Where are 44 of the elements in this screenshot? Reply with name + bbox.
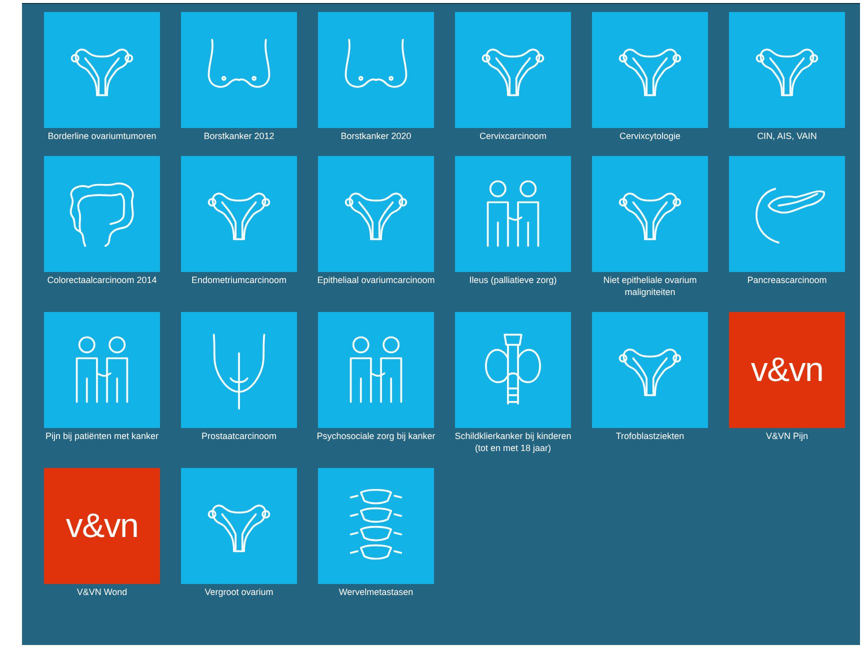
tile-label[interactable]: Pijn bij patiënten met kanker	[37, 430, 167, 442]
topic-tile[interactable]	[181, 312, 297, 428]
topic-tile[interactable]	[44, 156, 160, 272]
topic-tile[interactable]	[729, 12, 845, 128]
topic-tile[interactable]	[318, 12, 434, 128]
tile-label[interactable]: Wervelmetastasen	[311, 586, 441, 598]
topic-tile[interactable]	[729, 156, 845, 272]
tile-label[interactable]: Trofoblastziekten	[585, 430, 715, 442]
tile-label[interactable]: Cervixcytologie	[585, 130, 715, 142]
tile-label[interactable]: Epitheliaal ovariumcarcinoom	[311, 274, 441, 286]
topic-tile[interactable]	[318, 156, 434, 272]
tile-label[interactable]: V&VN Pijn	[722, 430, 852, 442]
topic-tile[interactable]	[44, 312, 160, 428]
tile-label[interactable]: Borstkanker 2012	[174, 130, 304, 142]
logo-text: v&vn	[750, 353, 824, 387]
tile-label[interactable]: Schildklierkanker bij kinderen (tot en met 18 jaar)	[448, 430, 578, 454]
topic-tile[interactable]	[44, 12, 160, 128]
tile-label[interactable]: Niet epitheliale ovarium maligniteiten	[585, 274, 715, 298]
topic-tile[interactable]	[318, 468, 434, 584]
tile-label[interactable]: Prostaatcarcinoom	[174, 430, 304, 442]
topic-tile[interactable]	[592, 312, 708, 428]
logo-tile[interactable]: v&vn	[44, 468, 160, 584]
tile-label[interactable]: Ileus (palliatieve zorg)	[448, 274, 578, 286]
tile-label[interactable]: Endometriumcarcinoom	[174, 274, 304, 286]
topic-tile[interactable]	[181, 468, 297, 584]
tile-label[interactable]: Borderline ovariumtumoren	[37, 130, 167, 142]
tile-label[interactable]: Borstkanker 2020	[311, 130, 441, 142]
logo-tile[interactable]: v&vn	[729, 312, 845, 428]
tile-label[interactable]: Vergroot ovarium	[174, 586, 304, 598]
topic-tile[interactable]	[455, 156, 571, 272]
tile-label[interactable]: V&VN Wond	[37, 586, 167, 598]
topic-tile[interactable]	[592, 12, 708, 128]
topic-tile[interactable]	[181, 12, 297, 128]
topic-tile[interactable]	[455, 312, 571, 428]
topic-tile[interactable]	[318, 312, 434, 428]
tile-label[interactable]: Colorectaalcarcinoom 2014	[37, 274, 167, 286]
tile-label[interactable]: Psychosociale zorg bij kanker	[311, 430, 441, 442]
tile-label[interactable]: CIN, AIS, VAIN	[722, 130, 852, 142]
logo-text: v&vn	[66, 509, 138, 543]
tile-label[interactable]: Cervixcarcinoom	[448, 130, 578, 142]
topic-tile[interactable]	[592, 156, 708, 272]
topic-tile[interactable]	[455, 12, 571, 128]
topic-tile[interactable]	[181, 156, 297, 272]
tile-label[interactable]: Pancreascarcinoom	[722, 274, 852, 286]
